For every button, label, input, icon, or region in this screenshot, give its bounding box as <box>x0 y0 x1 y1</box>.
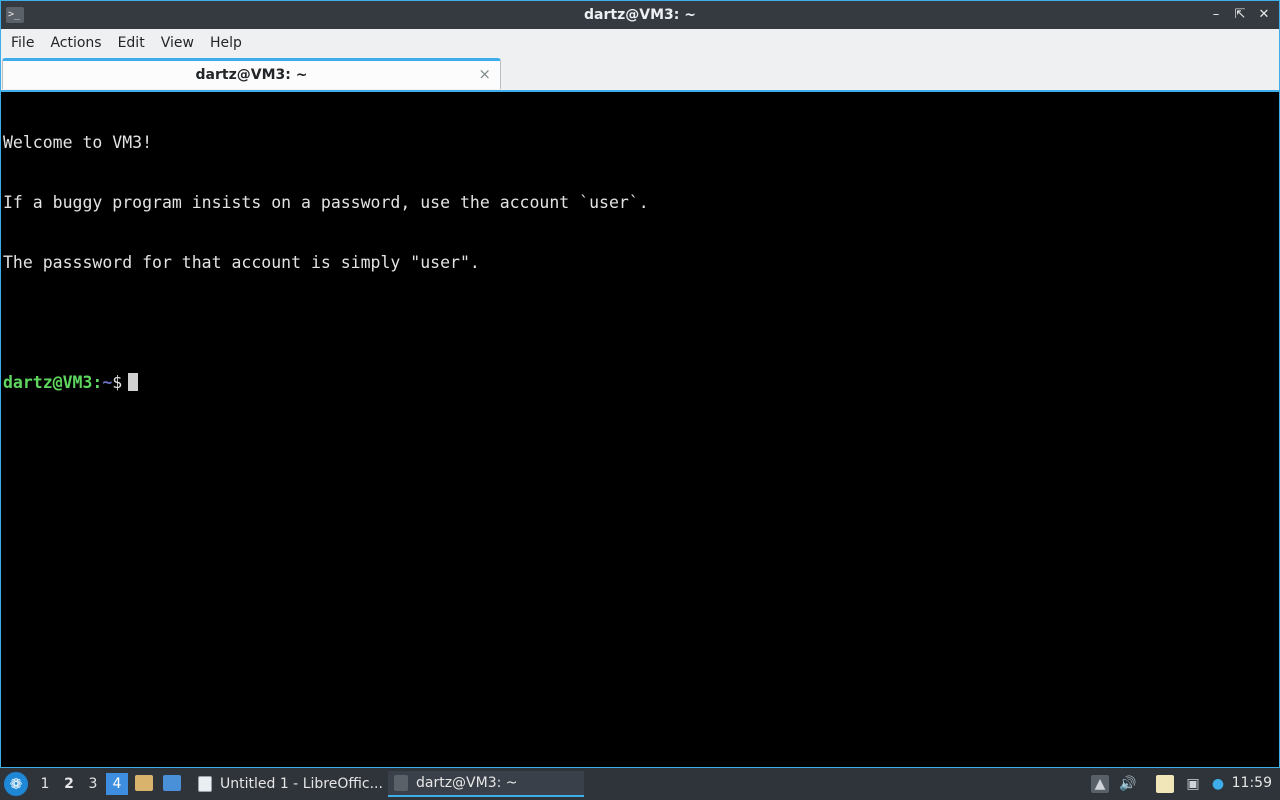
text-cursor <box>128 373 139 391</box>
notifications-icon[interactable]: ● <box>1209 775 1227 793</box>
restore-icon[interactable]: ⇱ <box>1233 7 1247 23</box>
clock[interactable]: 11:59 <box>1232 775 1272 791</box>
task-terminal[interactable]: dartz@VM3: ~ <box>388 771 584 797</box>
terminal-line: The passsword for that account is simply… <box>3 253 480 272</box>
window-title: dartz@VM3: ~ <box>584 7 696 23</box>
application-menu-icon[interactable]: ❁ <box>4 772 28 796</box>
tab-close-icon[interactable]: × <box>478 65 491 83</box>
taskbar: ❁ 1 2 3 4 Untitled 1 - LibreOffic... dar… <box>0 768 1280 800</box>
menubar: File Actions Edit View Help <box>0 29 1280 57</box>
workspace-1[interactable]: 1 <box>34 773 56 795</box>
workspace-2[interactable]: 2 <box>58 773 80 795</box>
terminal-icon <box>394 775 408 791</box>
close-icon[interactable]: ✕ <box>1257 7 1271 23</box>
task-label: dartz@VM3: ~ <box>416 775 518 791</box>
terminal-app-icon[interactable]: >_ <box>6 7 24 23</box>
file-manager-icon[interactable] <box>135 775 153 791</box>
tab-terminal[interactable]: dartz@VM3: ~ × <box>2 58 501 89</box>
workspace-4[interactable]: 4 <box>106 773 128 795</box>
workspace-3[interactable]: 3 <box>82 773 104 795</box>
terminal-output[interactable]: Welcome to VM3! If a buggy program insis… <box>0 90 1280 768</box>
menu-file[interactable]: File <box>3 29 42 57</box>
show-desktop-icon[interactable] <box>163 775 181 791</box>
clipboard-icon[interactable] <box>1156 775 1174 793</box>
menu-actions[interactable]: Actions <box>42 29 109 57</box>
prompt-colon: : <box>92 373 103 392</box>
terminal-line: If a buggy program insists on a password… <box>3 193 649 212</box>
writer-document-icon <box>198 776 212 792</box>
task-label: Untitled 1 - LibreOffic... <box>220 776 383 792</box>
prompt-path: ~ <box>102 373 113 392</box>
menu-edit[interactable]: Edit <box>110 29 153 57</box>
menu-view[interactable]: View <box>153 29 202 57</box>
task-libreoffice[interactable]: Untitled 1 - LibreOffic... <box>192 771 384 797</box>
terminal-line: Welcome to VM3! <box>3 133 153 152</box>
prompt-user-host: dartz@VM3 <box>3 373 93 392</box>
prompt-symbol: $ <box>112 373 123 392</box>
window-titlebar[interactable]: >_ dartz@VM3: ~ – ⇱ ✕ <box>0 0 1280 29</box>
tab-title: dartz@VM3: ~ <box>195 67 308 83</box>
terminal-prompt-line[interactable]: dartz@VM3:~$ <box>3 373 1277 393</box>
network-icon[interactable]: ▣ <box>1184 775 1202 793</box>
menu-help[interactable]: Help <box>202 29 250 57</box>
tab-bar: dartz@VM3: ~ × <box>0 57 1280 90</box>
volume-icon[interactable]: 🔊 <box>1119 775 1137 793</box>
tray-expand-icon[interactable]: ▲ <box>1091 775 1109 793</box>
minimize-icon[interactable]: – <box>1209 7 1223 23</box>
